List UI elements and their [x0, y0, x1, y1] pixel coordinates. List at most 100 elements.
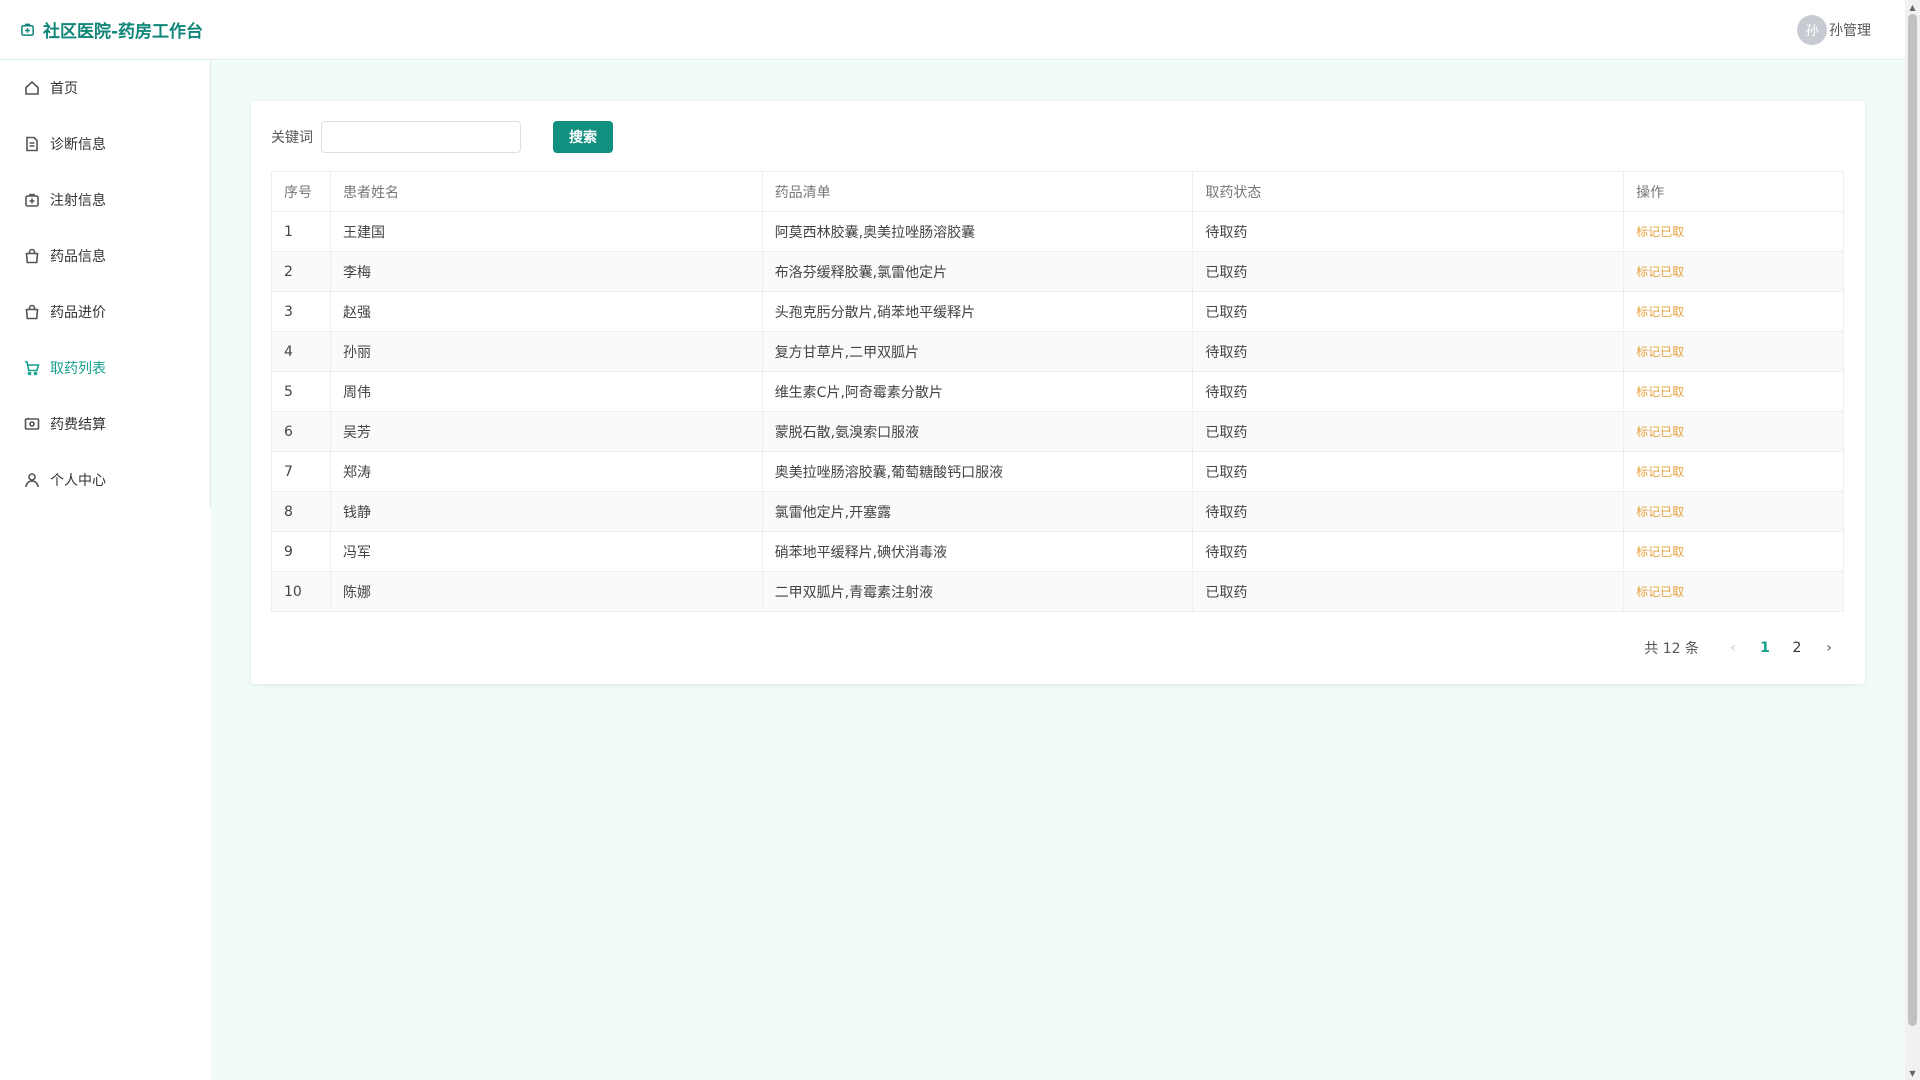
mark-picked-link[interactable]: 标记已取	[1636, 505, 1684, 519]
column-header-status[interactable]: 取药状态	[1192, 171, 1625, 212]
cell-patient: 孙丽	[329, 331, 763, 372]
table-row: 3 赵强 头孢克肟分散片,硝苯地平缓释片 已取药 标记已取	[271, 291, 1844, 332]
table-row: 10 陈娜 二甲双胍片,青霉素注射液 已取药 标记已取	[271, 571, 1844, 612]
main-content: 关键词 搜索 序号 患者姓名 药品清单 取药状态 操作 1 王建国 阿莫西林胶囊…	[211, 61, 1905, 1080]
sidebar-item-label: 药品信息	[50, 249, 106, 265]
cell-patient: 周伟	[329, 371, 763, 412]
mark-picked-link[interactable]: 标记已取	[1636, 305, 1684, 319]
cell-drugs: 蒙脱石散,氨溴索口服液	[761, 411, 1194, 452]
cell-patient: 郑涛	[329, 451, 763, 492]
cell-status: 待取药	[1192, 491, 1625, 532]
search-button[interactable]: 搜索	[553, 121, 613, 153]
cell-status: 已取药	[1192, 411, 1625, 452]
column-header-no[interactable]: 序号	[271, 171, 331, 212]
cell-action: 标记已取	[1623, 291, 1844, 332]
cell-drugs: 阿莫西林胶囊,奥美拉唑肠溶胶囊	[761, 211, 1194, 252]
sidebar: 首页 诊断信息 注射信息 药品信息 药品进价 取药列表 药费结算 个人中心	[0, 60, 211, 1080]
cell-drugs: 硝苯地平缓释片,碘伏消毒液	[761, 531, 1194, 572]
mark-picked-link[interactable]: 标记已取	[1636, 425, 1684, 439]
mark-picked-link[interactable]: 标记已取	[1636, 265, 1684, 279]
sidebar-item-drug-info[interactable]: 药品信息	[0, 228, 211, 284]
cell-drugs: 布洛芬缓释胶囊,氯雷他定片	[761, 251, 1194, 292]
cell-no: 10	[271, 571, 331, 612]
scroll-down-arrow-icon[interactable]: ▼	[1905, 1066, 1920, 1080]
table-row: 7 郑涛 奥美拉唑肠溶胶囊,葡萄糖酸钙口服液 已取药 标记已取	[271, 451, 1844, 492]
cell-drugs: 复方甘草片,二甲双胍片	[761, 331, 1194, 372]
cart-icon	[25, 361, 40, 376]
cell-patient: 王建国	[329, 211, 763, 252]
search-label: 关键词	[271, 130, 313, 146]
sidebar-item-diagnosis[interactable]: 诊断信息	[0, 116, 211, 172]
page-scrollbar[interactable]: ▲ ▼	[1905, 0, 1920, 1080]
user-menu[interactable]: 孙 孙管理	[1797, 14, 1871, 45]
table-row: 2 李梅 布洛芬缓释胶囊,氯雷他定片 已取药 标记已取	[271, 251, 1844, 292]
bag-icon	[25, 304, 39, 320]
column-header-drugs[interactable]: 药品清单	[761, 171, 1194, 212]
home-icon	[25, 80, 39, 95]
sidebar-item-pickup-list[interactable]: 取药列表	[0, 340, 211, 396]
mark-picked-link[interactable]: 标记已取	[1636, 585, 1684, 599]
cell-action: 标记已取	[1623, 571, 1844, 612]
mark-picked-link[interactable]: 标记已取	[1636, 345, 1684, 359]
sidebar-item-label: 首页	[50, 81, 78, 97]
cell-action: 标记已取	[1623, 251, 1844, 292]
cell-no: 4	[271, 331, 331, 372]
cell-drugs: 氯雷他定片,开塞露	[761, 491, 1194, 532]
sidebar-item-label: 取药列表	[50, 361, 106, 377]
table-row: 5 周伟 维生素C片,阿奇霉素分散片 待取药 标记已取	[271, 371, 1844, 412]
mark-picked-link[interactable]: 标记已取	[1636, 225, 1684, 239]
cell-patient: 吴芳	[329, 411, 763, 452]
cell-action: 标记已取	[1623, 411, 1844, 452]
document-icon	[26, 136, 38, 152]
cell-action: 标记已取	[1623, 451, 1844, 492]
cell-patient: 赵强	[329, 291, 763, 332]
column-header-action: 操作	[1623, 171, 1844, 212]
bag-icon	[25, 248, 39, 264]
pagination: 共 12 条 ‹ 1 2 ›	[1644, 634, 1845, 662]
pickup-table: 序号 患者姓名 药品清单 取药状态 操作 1 王建国 阿莫西林胶囊,奥美拉唑肠溶…	[271, 171, 1844, 612]
cell-drugs: 奥美拉唑肠溶胶囊,葡萄糖酸钙口服液	[761, 451, 1194, 492]
cell-patient: 李梅	[329, 251, 763, 292]
cell-status: 待取药	[1192, 211, 1625, 252]
table-row: 8 钱静 氯雷他定片,开塞露 待取药 标记已取	[271, 491, 1844, 532]
sidebar-item-label: 药费结算	[50, 417, 106, 433]
cell-drugs: 维生素C片,阿奇霉素分散片	[761, 371, 1194, 412]
search-bar: 关键词 搜索	[271, 121, 1845, 153]
sidebar-item-billing[interactable]: 药费结算	[0, 396, 211, 452]
scrollbar-thumb[interactable]	[1908, 14, 1917, 1026]
page-1-button[interactable]: 1	[1749, 634, 1781, 662]
sidebar-item-label: 注射信息	[50, 193, 106, 209]
avatar[interactable]: 孙	[1797, 14, 1827, 45]
cell-action: 标记已取	[1623, 211, 1844, 252]
table-row: 1 王建国 阿莫西林胶囊,奥美拉唑肠溶胶囊 待取药 标记已取	[271, 211, 1844, 252]
sidebar-item-home[interactable]: 首页	[0, 60, 211, 116]
user-icon	[25, 473, 39, 488]
next-page-chevron-right-icon[interactable]: ›	[1813, 634, 1845, 662]
sidebar-item-label: 个人中心	[50, 473, 106, 489]
page-2-button[interactable]: 2	[1781, 634, 1813, 662]
top-header: 社区医院-药房工作台 孙 孙管理	[0, 0, 1905, 60]
sidebar-item-injection[interactable]: 注射信息	[0, 172, 211, 228]
prev-page-chevron-left-icon[interactable]: ‹	[1717, 634, 1749, 662]
pickup-list-card: 关键词 搜索 序号 患者姓名 药品清单 取药状态 操作 1 王建国 阿莫西林胶囊…	[251, 101, 1865, 684]
cell-patient: 陈娜	[329, 571, 763, 612]
sidebar-item-drug-price[interactable]: 药品进价	[0, 284, 211, 340]
cell-no: 1	[271, 211, 331, 252]
mark-picked-link[interactable]: 标记已取	[1636, 465, 1684, 479]
mark-picked-link[interactable]: 标记已取	[1636, 545, 1684, 559]
cell-action: 标记已取	[1623, 371, 1844, 412]
table-row: 4 孙丽 复方甘草片,二甲双胍片 待取药 标记已取	[271, 331, 1844, 372]
cell-status: 已取药	[1192, 291, 1625, 332]
sidebar-item-profile[interactable]: 个人中心	[0, 452, 211, 508]
cell-status: 已取药	[1192, 451, 1625, 492]
sidebar-item-label: 药品进价	[50, 305, 106, 321]
user-name[interactable]: 孙管理	[1829, 20, 1871, 40]
app-title: 社区医院-药房工作台	[43, 22, 204, 42]
search-input[interactable]	[321, 121, 521, 153]
cell-patient: 钱静	[329, 491, 763, 532]
cell-action: 标记已取	[1623, 491, 1844, 532]
mark-picked-link[interactable]: 标记已取	[1636, 385, 1684, 399]
table-row: 9 冯军 硝苯地平缓释片,碘伏消毒液 待取药 标记已取	[271, 531, 1844, 572]
column-header-patient[interactable]: 患者姓名	[329, 171, 763, 212]
scroll-up-arrow-icon[interactable]: ▲	[1905, 0, 1920, 14]
